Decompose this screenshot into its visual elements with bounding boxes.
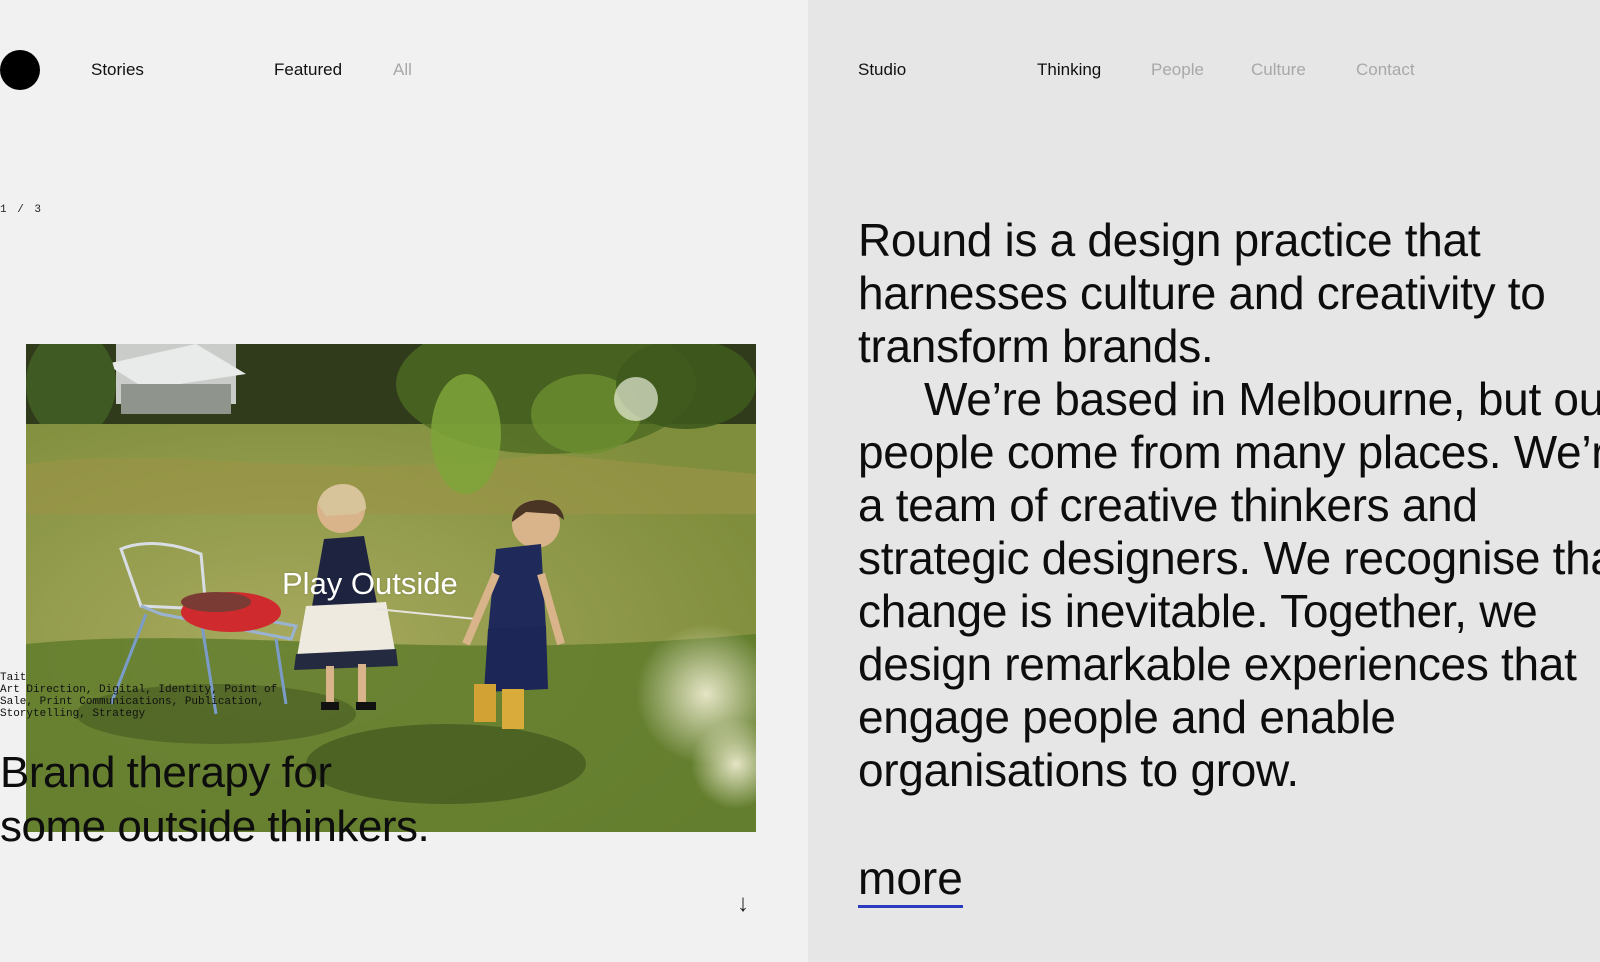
tab-culture[interactable]: Culture bbox=[1251, 60, 1306, 80]
project-services-line: Storytelling, Strategy bbox=[0, 708, 146, 720]
more-link[interactable]: more bbox=[858, 852, 963, 908]
studio-panel: Studio Thinking People Culture Contact R… bbox=[808, 0, 1600, 962]
stories-panel: Stories Featured All 1 / 3 Play Outside … bbox=[0, 0, 808, 962]
about-text: Round is a design practice that harnesse… bbox=[858, 214, 1600, 797]
scroll-down-icon[interactable]: ↓ bbox=[737, 890, 749, 918]
tab-people[interactable]: People bbox=[1151, 60, 1204, 80]
project-services-line: Art Direction, Digital, Identity, Point … bbox=[0, 684, 278, 696]
tab-thinking[interactable]: Thinking bbox=[1037, 60, 1101, 80]
feature-headline[interactable]: Brand therapy for some outside thinkers. bbox=[0, 746, 440, 854]
about-paragraph: We’re based in Melbourne, but our people… bbox=[858, 373, 1600, 796]
about-paragraph: Round is a design practice that harnesse… bbox=[858, 214, 1546, 372]
nav-stories[interactable]: Stories bbox=[91, 60, 144, 80]
project-meta: Tait Art Direction, Digital, Identity, P… bbox=[0, 672, 400, 720]
feature-image-caption[interactable]: Play Outside bbox=[282, 566, 458, 602]
tab-featured[interactable]: Featured bbox=[274, 60, 342, 80]
tab-contact[interactable]: Contact bbox=[1356, 60, 1415, 80]
slide-counter: 1 / 3 bbox=[0, 204, 44, 216]
tab-all[interactable]: All bbox=[393, 60, 412, 80]
round-logo[interactable] bbox=[0, 50, 40, 90]
project-services-line: Sale, Print Communications, Publication, bbox=[0, 696, 265, 708]
project-client: Tait bbox=[0, 672, 27, 684]
nav-studio[interactable]: Studio bbox=[858, 60, 906, 80]
